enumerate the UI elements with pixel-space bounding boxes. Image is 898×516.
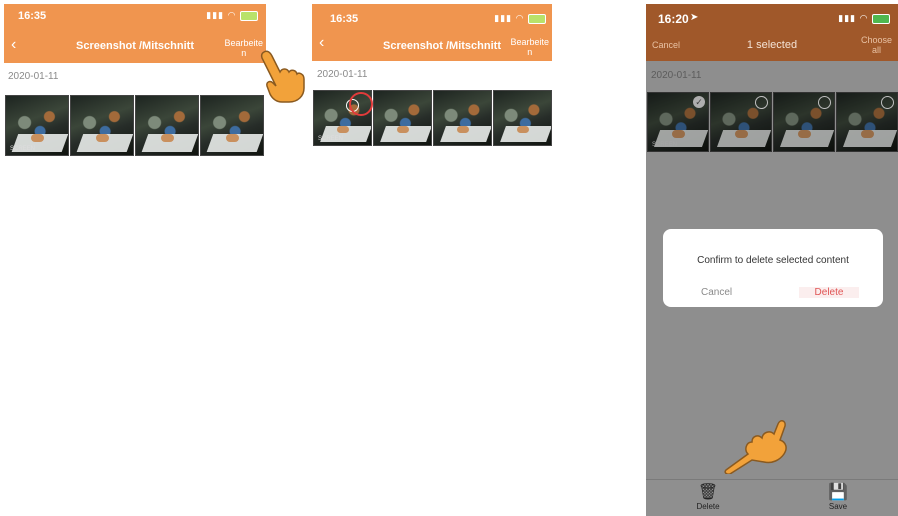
confirm-delete-dialog: Confirm to delete selected content Cance… [663,229,883,307]
select-circle-icon[interactable] [818,96,831,109]
save-button-label: Save [828,502,848,511]
battery-icon [872,13,890,24]
dialog-delete-button[interactable]: Delete [799,287,859,298]
thumbnail[interactable] [200,95,264,156]
bottom-toolbar: 🗑 Delete 💾 Save [646,479,898,516]
date-header: 2020-01-11 [317,69,368,80]
edit-button-label-1: Bearbeite [224,38,263,48]
dialog-message: Confirm to delete selected content [697,255,849,266]
thumbnail[interactable] [836,92,898,152]
thumbnail[interactable] [373,90,432,146]
delete-button[interactable]: 🗑 Delete [678,484,738,511]
selection-highlight-ring [349,92,373,116]
signal-icon: ▮▮▮ [838,13,857,23]
edit-button-label-2: n [527,47,533,57]
date-header: 2020-01-11 [8,71,59,82]
status-time: 16:35 [330,13,359,25]
trash-icon: 🗑 [697,484,719,501]
thumbnail-tag: SCREEN [10,146,36,152]
delete-button-label: Delete [696,502,720,511]
header-bar: 16:35 ▮▮▮ ◠ ‹ Screenshot /Mitschnitt Bea… [4,4,266,63]
screen-gallery-edit: 16:35 ▮▮▮ ◠ ‹ Screenshot /Mitschnitt Bea… [312,4,552,149]
screen-delete-confirm: 16:20 ➤ ▮▮▮ ◠ Cancel 1 selected Choose a… [646,4,898,516]
back-chevron-icon[interactable]: ‹ [319,34,324,52]
choose-all-label-1: Choose [860,35,892,45]
location-arrow-icon: ➤ [690,12,699,23]
thumbnail[interactable] [70,95,134,156]
thumbnail-tag: SCREEN [652,142,678,148]
wifi-icon: ◠ [859,13,869,23]
select-circle-icon[interactable] [881,96,894,109]
pointing-hand-icon [724,420,787,474]
choose-all-button[interactable]: Choose all [861,35,892,55]
select-circle-icon[interactable] [755,96,768,109]
edit-button-label-1: Bearbeite [510,37,549,47]
check-icon[interactable]: ✓ [693,96,705,108]
edit-button[interactable]: Bearbeite n [510,37,549,57]
pointing-hand-icon [260,50,305,103]
date-header: 2020-01-11 [651,70,702,81]
thumbnail[interactable] [433,90,492,146]
wifi-icon: ◠ [227,10,237,20]
thumbnail[interactable] [493,90,552,146]
thumbnail-tag: SCREEN [318,136,344,142]
thumbnail[interactable] [710,92,772,152]
battery-icon [528,13,546,24]
signal-icon: ▮▮▮ [206,10,225,20]
thumbnail[interactable] [135,95,199,156]
signal-icon: ▮▮▮ [494,13,513,23]
header-bar: 16:20 ➤ ▮▮▮ ◠ Cancel 1 selected Choose a… [646,4,898,61]
thumbnail-selected[interactable]: SCREEN ✓ [647,92,709,152]
status-icons: ▮▮▮ ◠ [494,13,546,24]
status-time: 16:20 [658,12,689,26]
header-bar: 16:35 ▮▮▮ ◠ ‹ Screenshot /Mitschnitt Bea… [312,4,552,61]
thumbnail[interactable]: SCREEN [5,95,69,156]
screen-gallery-view: 16:35 ▮▮▮ ◠ ‹ Screenshot /Mitschnitt Bea… [4,4,266,158]
dialog-cancel-button[interactable]: Cancel [701,287,732,298]
save-icon: 💾 [828,484,848,501]
save-button[interactable]: 💾 Save [808,484,868,511]
thumbnail[interactable] [773,92,835,152]
battery-icon [240,10,258,21]
status-time: 16:35 [18,10,47,22]
status-icons: ▮▮▮ ◠ [838,13,890,24]
choose-all-label-2: all [871,45,881,55]
wifi-icon: ◠ [515,13,525,23]
status-icons: ▮▮▮ ◠ [206,10,258,21]
